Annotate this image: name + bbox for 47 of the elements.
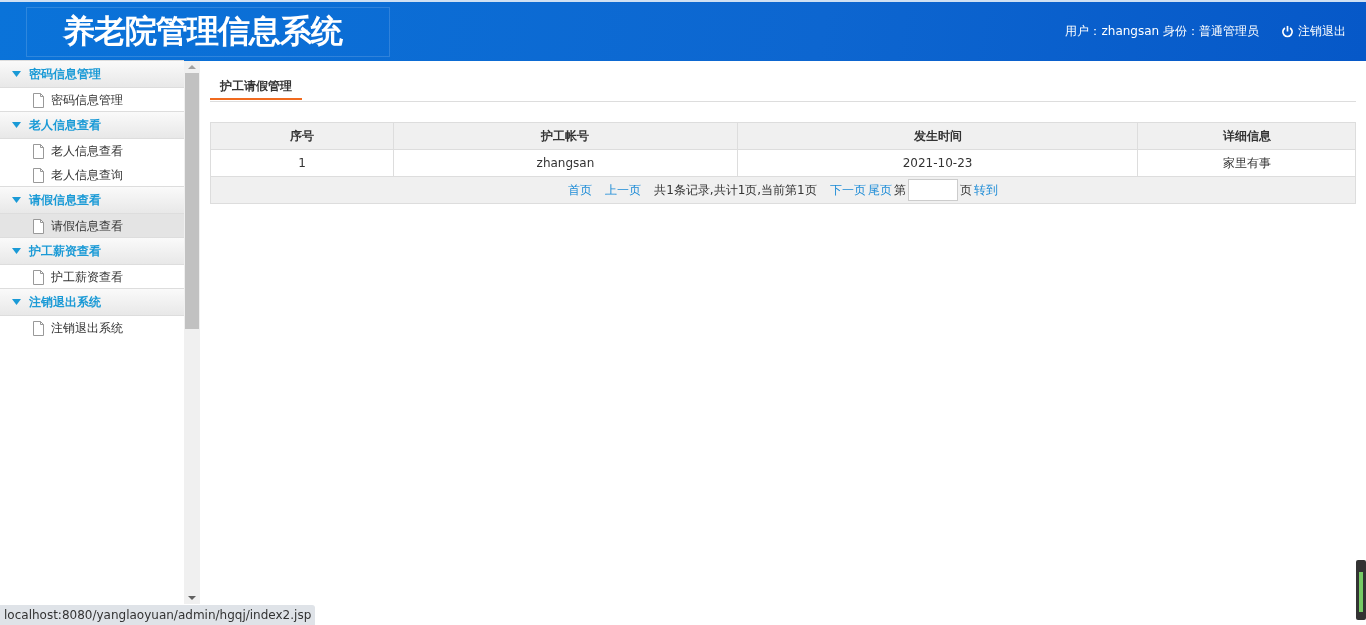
column-header: 序号 <box>210 122 394 150</box>
last-page-link[interactable]: 尾页 <box>867 181 892 199</box>
scrollbar[interactable] <box>184 61 200 604</box>
logout-link[interactable]: 注销退出 <box>1281 23 1346 40</box>
document-icon <box>33 269 44 285</box>
document-icon <box>33 218 44 234</box>
menu-group-header[interactable]: 注销退出系统 <box>0 288 184 316</box>
caret-down-icon <box>12 122 21 128</box>
go-link[interactable]: 转到 <box>973 181 998 199</box>
page-prefix-label: 第 <box>893 181 906 199</box>
column-header: 发生时间 <box>737 122 1138 150</box>
menu-item[interactable]: 注销退出系统 <box>0 316 184 340</box>
meter-widget-icon[interactable] <box>1356 560 1366 620</box>
caret-down-icon <box>12 71 21 77</box>
menu-group-header[interactable]: 护工薪资查看 <box>0 237 184 265</box>
table-cell: zhangsan <box>393 149 738 177</box>
next-page-link[interactable]: 下一页 <box>829 181 866 199</box>
menu-item[interactable]: 老人信息查询 <box>0 163 184 187</box>
system-title: 养老院管理信息系统 <box>63 10 342 52</box>
menu-item[interactable]: 密码信息管理 <box>0 88 184 112</box>
document-icon <box>33 143 44 159</box>
first-page-link[interactable]: 首页 <box>568 181 593 199</box>
document-icon <box>33 320 44 336</box>
document-icon <box>33 92 44 108</box>
power-icon <box>1281 25 1294 38</box>
tab[interactable]: 护工请假管理 <box>210 73 302 100</box>
table-cell: 家里有事 <box>1137 149 1356 177</box>
menu-item[interactable]: 护工薪资查看 <box>0 265 184 289</box>
status-bar-url: localhost:8080/yanglaoyuan/admin/hgqj/index2.jsp <box>0 605 316 625</box>
user-info: 用户：zhangsan 身份：普通管理员 <box>1065 23 1259 40</box>
page-summary: 共1条记录,共计1页,当前第1页 <box>654 181 817 199</box>
menu-group-header[interactable]: 老人信息查看 <box>0 111 184 139</box>
menu-group-header[interactable]: 请假信息查看 <box>0 186 184 214</box>
caret-down-icon <box>12 299 21 305</box>
previous-page-link[interactable]: 上一页 <box>605 181 642 199</box>
menu-item[interactable]: 老人信息查看 <box>0 139 184 163</box>
caret-down-icon <box>12 248 21 254</box>
column-header: 护工帐号 <box>393 122 738 150</box>
table-cell: 1 <box>210 149 394 177</box>
document-icon <box>33 167 44 183</box>
menu-group-header[interactable]: 密码信息管理 <box>0 60 184 88</box>
page-suffix-label: 页 <box>959 181 972 199</box>
table-cell: 2021-10-23 <box>737 149 1138 177</box>
caret-down-icon <box>12 197 21 203</box>
page-number-field[interactable] <box>907 179 958 201</box>
column-header: 详细信息 <box>1137 122 1356 150</box>
menu-item[interactable]: 请假信息查看 <box>0 214 184 238</box>
